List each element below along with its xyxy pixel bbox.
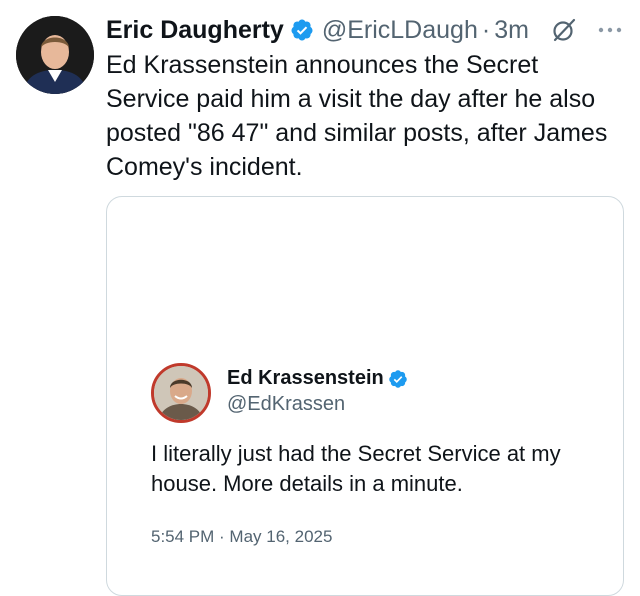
author-handle[interactable]: @EricLDaugh [322,16,478,45]
quoted-timestamp[interactable]: 5:54 PM · May 16, 2025 [151,527,332,547]
grok-icon[interactable] [551,17,577,43]
quoted-tweet-text: I literally just had the Secret Service … [151,441,561,496]
separator-dot: · [481,15,491,44]
tweet-header: Eric Daugherty @EricLDaugh · 3m [106,12,529,48]
author-avatar-image [16,16,94,94]
quoted-author-avatar[interactable] [151,363,211,423]
verified-badge-icon[interactable] [290,18,314,42]
quoted-avatar-image [154,366,208,420]
author-display-name[interactable]: Eric Daugherty [106,16,284,45]
tweet-text: Ed Krassenstein announces the Secret Ser… [106,51,608,181]
author-avatar[interactable] [16,16,94,94]
more-options-icon[interactable] [597,26,623,34]
quoted-tweet-card[interactable]: Ed Krassenstein @EdKrassen I literally j… [106,196,624,596]
tweet-time[interactable]: 3m [494,16,529,45]
quoted-verified-badge-icon [388,369,407,388]
quoted-handle[interactable]: @EdKrassen [227,393,345,416]
quoted-display-name[interactable]: Ed Krassenstein [227,367,384,390]
quoted-name-row: Ed Krassenstein [227,367,408,390]
